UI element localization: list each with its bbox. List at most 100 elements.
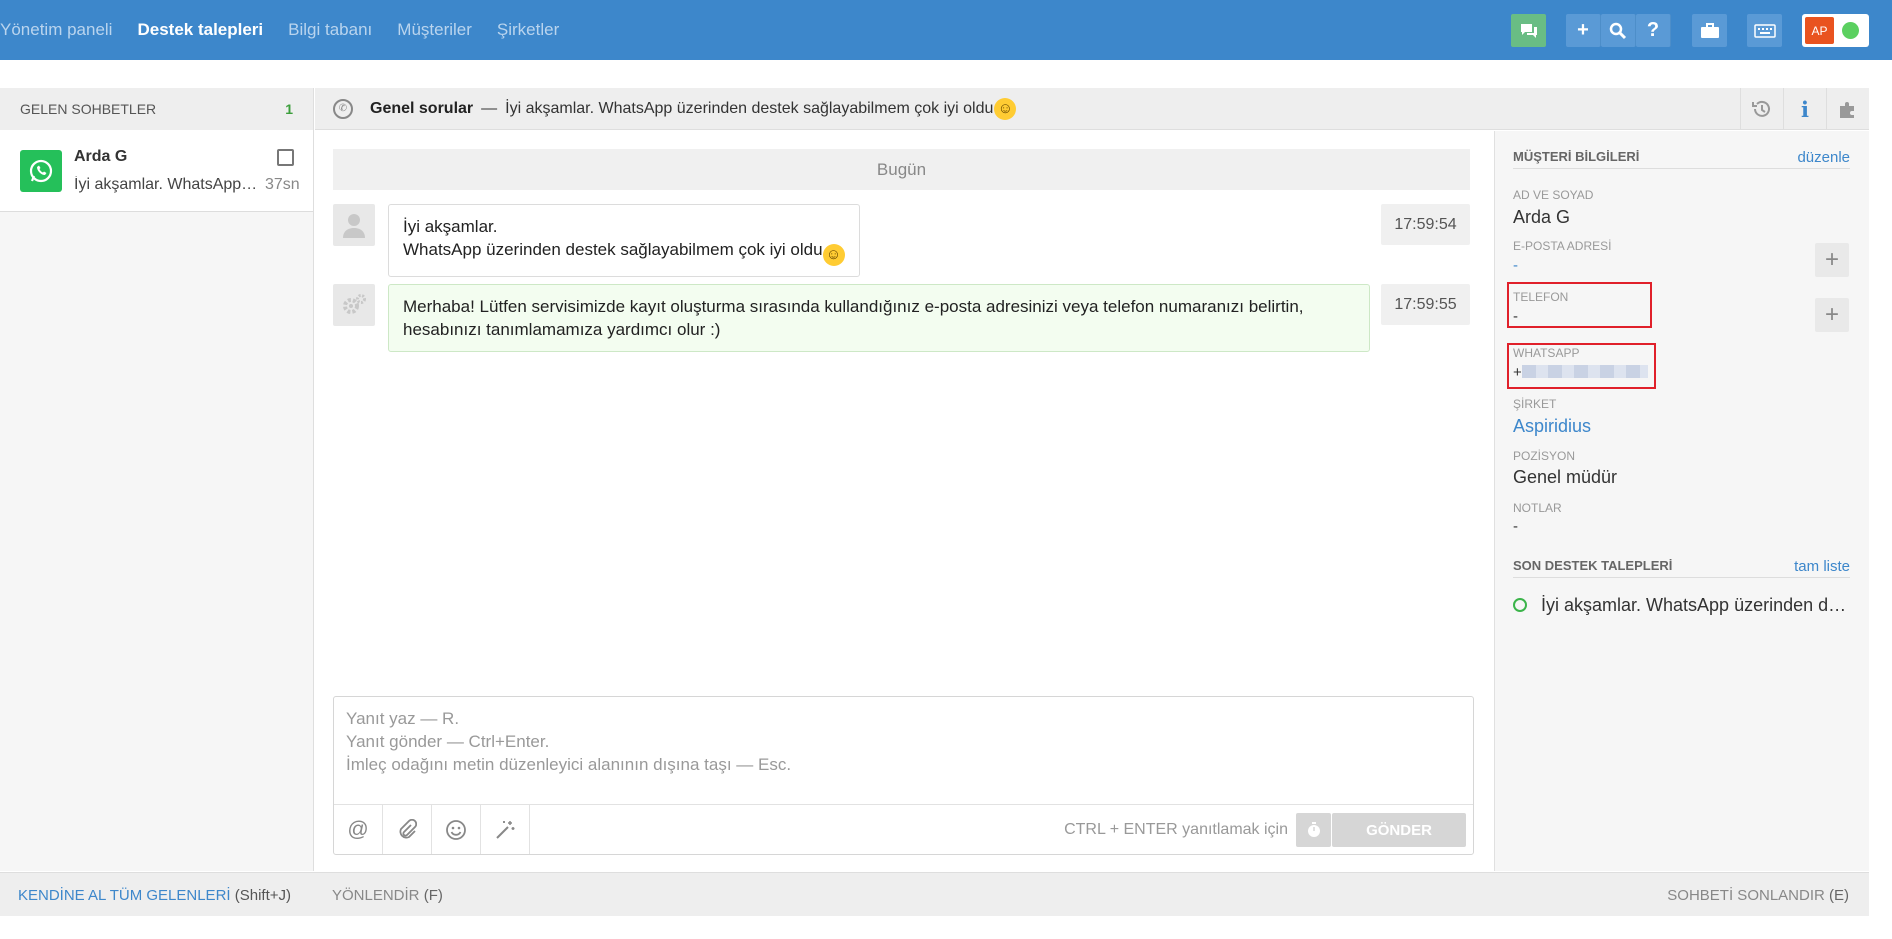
- reply-editor[interactable]: Yanıt yaz — R. Yanıt gönder — Ctrl+Enter…: [333, 696, 1474, 855]
- user-status-widget[interactable]: AP: [1802, 14, 1869, 47]
- keyboard-icon[interactable]: [1747, 14, 1782, 47]
- whatsapp-number[interactable]: +: [1513, 364, 1648, 381]
- conversation-header: ✆ Genel sorular — İyi akşamlar. WhatsApp…: [315, 88, 1869, 130]
- attachment-icon[interactable]: [383, 805, 432, 854]
- incoming-chats-count: 1: [285, 101, 293, 117]
- online-status-icon[interactable]: [1842, 22, 1859, 39]
- recent-tickets-header: SON DESTEK TALEPLERİ tam liste: [1513, 558, 1850, 578]
- reply-placeholder[interactable]: Yanıt yaz — R. Yanıt gönder — Ctrl+Enter…: [346, 707, 791, 776]
- main-nav: Yönetim paneli Destek talepleri Bilgi ta…: [0, 0, 584, 60]
- company-label: ŞİRKET: [1513, 397, 1557, 411]
- full-list-link[interactable]: tam liste: [1794, 558, 1850, 575]
- route-button[interactable]: YÖNLENDİR (F): [332, 887, 443, 904]
- smiley-emoji-icon: ☺: [822, 244, 845, 266]
- bottom-action-bar: KENDİNE AL TÜM GELENLERİ (Shift+J) YÖNLE…: [0, 872, 1869, 916]
- conversation-subject: İyi akşamlar. WhatsApp üzerinden destek …: [505, 99, 994, 117]
- notes-label: NOTLAR: [1513, 501, 1562, 515]
- route-shortcut: (F): [423, 887, 443, 904]
- nav-dashboard[interactable]: Yönetim paneli: [0, 20, 112, 40]
- edit-customer-link[interactable]: düzenle: [1797, 149, 1850, 166]
- gear-icon: [333, 284, 375, 326]
- phone-value[interactable]: -: [1513, 308, 1518, 325]
- day-separator: Bugün: [333, 149, 1470, 190]
- company-link[interactable]: Aspiridius: [1513, 416, 1591, 437]
- email-value[interactable]: -: [1513, 257, 1518, 274]
- message-line: hesabınızı tanımlamamıza yardımcı olur :…: [403, 320, 721, 339]
- send-shortcut-hint: CTRL + ENTER yanıtlamak için: [1064, 821, 1288, 838]
- customer-info-panel: MÜŞTERİ BİLGİLERİ düzenle AD VE SOYAD Ar…: [1494, 131, 1869, 871]
- chat-preview-text: İyi akşamlar. WhatsApp üzerinden destek …: [74, 176, 260, 193]
- masked-number: [1521, 365, 1648, 378]
- history-icon[interactable]: [1740, 88, 1783, 130]
- message-line: Merhaba! Lütfen servisimizde kayıt oluşt…: [403, 297, 1304, 316]
- recent-ticket-subject: İyi akşamlar. WhatsApp üzerinden destek …: [1541, 595, 1850, 615]
- chat-icon[interactable]: [1511, 14, 1546, 47]
- incoming-chats-header: GELEN SOHBETLER 1: [0, 88, 313, 130]
- nav-customers[interactable]: Müşteriler: [397, 20, 472, 40]
- search-icon[interactable]: [1601, 14, 1636, 47]
- customer-info-header: MÜŞTERİ BİLGİLERİ düzenle: [1513, 149, 1850, 169]
- chat-customer-name: Arda G: [74, 148, 128, 165]
- message-line-with-emoji: WhatsApp üzerinden destek sağlayabilmem …: [403, 238, 845, 266]
- message-line: İyi akşamlar.: [403, 217, 498, 236]
- puzzle-icon[interactable]: [1826, 88, 1869, 130]
- route-label: YÖNLENDİR: [332, 887, 420, 904]
- magic-wand-icon[interactable]: [481, 805, 530, 854]
- emoji-icon[interactable]: [432, 805, 481, 854]
- help-icon[interactable]: ?: [1636, 14, 1671, 47]
- briefcase-icon[interactable]: [1692, 14, 1727, 47]
- recent-ticket-item[interactable]: İyi akşamlar. WhatsApp üzerinden destek …: [1513, 595, 1850, 616]
- message-timestamp: 17:59:54: [1381, 204, 1470, 245]
- end-chat-label: SOHBETİ SONLANDIR: [1667, 887, 1825, 904]
- chat-list-item[interactable]: Arda G İyi akşamlar. WhatsApp üzerinden …: [0, 130, 313, 212]
- reply-hint: Yanıt gönder — Ctrl+Enter.: [346, 732, 550, 751]
- info-icon[interactable]: i: [1783, 88, 1826, 130]
- incoming-chats-title: GELEN SOHBETLER: [20, 101, 157, 117]
- send-button[interactable]: GÖNDER: [1332, 813, 1466, 847]
- recent-tickets-title: SON DESTEK TALEPLERİ: [1513, 558, 1673, 573]
- top-navigation-bar: Yönetim paneli Destek talepleri Bilgi ta…: [0, 0, 1892, 60]
- email-label: E-POSTA ADRESİ: [1513, 239, 1612, 253]
- phone-label: TELEFON: [1513, 290, 1569, 304]
- take-all-button[interactable]: KENDİNE AL TÜM GELENLERİ (Shift+J): [18, 887, 291, 904]
- whatsapp-icon: [20, 150, 62, 192]
- nav-knowledge-base[interactable]: Bilgi tabanı: [288, 20, 372, 40]
- smiley-emoji-icon: ☺: [994, 97, 1017, 120]
- position-label: POZİSYON: [1513, 449, 1576, 463]
- customer-avatar-icon: [333, 204, 375, 246]
- chat-time: 37sn: [265, 176, 300, 193]
- reply-toolbar: @ CTRL + ENTER yanıtlamak için GÖNDER: [334, 804, 1473, 854]
- notes-value: -: [1513, 518, 1518, 535]
- name-label: AD VE SOYAD: [1513, 188, 1594, 202]
- add-icon[interactable]: +: [1566, 14, 1601, 47]
- whatsapp-channel-icon: ✆: [333, 98, 353, 119]
- customer-info-title: MÜŞTERİ BİLGİLERİ: [1513, 149, 1640, 164]
- end-chat-shortcut: (E): [1829, 887, 1849, 904]
- system-message: Merhaba! Lütfen servisimizde kayıt oluşt…: [388, 284, 1370, 352]
- whatsapp-prefix: +: [1513, 364, 1522, 381]
- message-timestamp: 17:59:55: [1381, 284, 1470, 325]
- take-all-shortcut: (Shift+J): [234, 887, 292, 904]
- timer-icon[interactable]: [1296, 813, 1331, 847]
- conversation-header-actions: i: [1740, 88, 1869, 130]
- reply-hint: Yanıt yaz — R.: [346, 709, 460, 728]
- nav-tickets[interactable]: Destek talepleri: [137, 20, 263, 40]
- position-value: Genel müdür: [1513, 467, 1618, 487]
- reply-hint: İmleç odağını metin düzenleyici alanının…: [346, 755, 792, 774]
- conversation-area: Bugün İyi akşamlar. WhatsApp üzerinden d…: [315, 131, 1493, 871]
- mention-icon[interactable]: @: [334, 805, 383, 854]
- customer-message: İyi akşamlar. WhatsApp üzerinden destek …: [388, 204, 860, 277]
- end-chat-button[interactable]: SOHBETİ SONLANDIR (E): [1667, 887, 1849, 904]
- whatsapp-label: WHATSAPP: [1513, 346, 1580, 360]
- avatar: AP: [1805, 17, 1834, 44]
- action-button-group: + ?: [1566, 14, 1671, 47]
- customer-name: Arda G: [1513, 207, 1571, 227]
- whatsapp-icon: [1513, 598, 1527, 612]
- header-separator: —: [481, 99, 498, 117]
- add-phone-button[interactable]: +: [1815, 298, 1849, 332]
- take-all-label: KENDİNE AL TÜM GELENLERİ: [18, 887, 231, 904]
- chat-select-checkbox[interactable]: [277, 149, 294, 166]
- highlight-box-phone: [1507, 282, 1652, 328]
- add-email-button[interactable]: +: [1815, 243, 1849, 277]
- nav-companies[interactable]: Şirketler: [497, 20, 559, 40]
